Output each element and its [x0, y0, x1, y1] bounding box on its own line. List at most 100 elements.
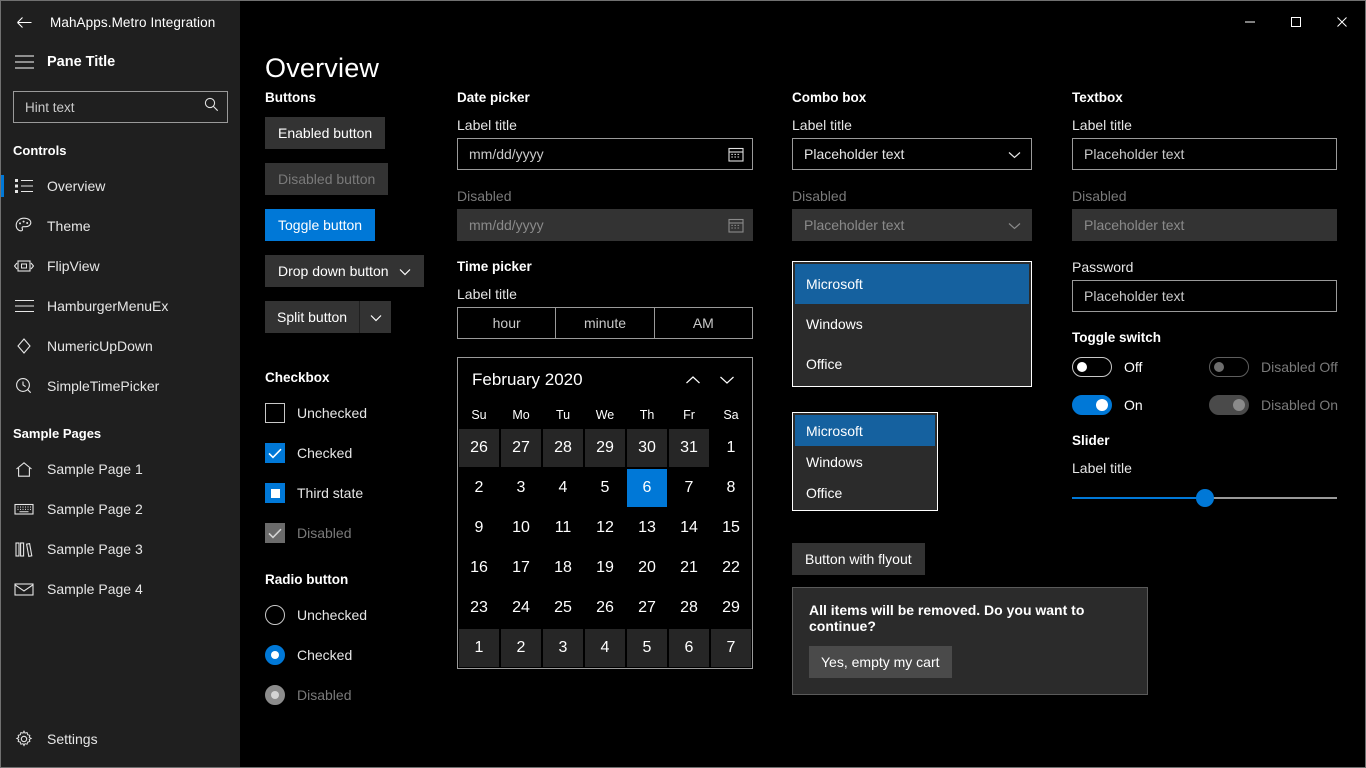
sidebar-item-sample-page-2[interactable]: Sample Page 2	[1, 489, 240, 529]
sidebar-item-theme[interactable]: Theme	[1, 206, 240, 246]
calendar-day[interactable]: 17	[500, 548, 542, 588]
calendar-day[interactable]: 9	[458, 508, 500, 548]
split-button-chevron[interactable]	[359, 301, 391, 333]
dropdown-button[interactable]: Drop down button	[265, 255, 424, 287]
sidebar-item-sample-page-3[interactable]: Sample Page 3	[1, 529, 240, 569]
sidebar-item-numericupdown[interactable]: NumericUpDown	[1, 326, 240, 366]
time-picker-hour[interactable]: hour	[458, 308, 555, 338]
sidebar-item-simpletimepicker[interactable]: SimpleTimePicker	[1, 366, 240, 406]
calendar-day[interactable]: 6	[668, 628, 710, 668]
toggle-switch[interactable]	[1072, 395, 1112, 415]
toggle-on[interactable]: On	[1072, 395, 1209, 415]
sidebar-item-sample-page-1[interactable]: Sample Page 1	[1, 449, 240, 489]
split-button[interactable]: Split button	[265, 301, 391, 333]
calendar-day[interactable]: 2	[458, 468, 500, 508]
checkbox-box[interactable]	[265, 403, 285, 423]
calendar-day[interactable]: 24	[500, 588, 542, 628]
calendar-day[interactable]: 4	[584, 628, 626, 668]
calendar-day[interactable]: 14	[668, 508, 710, 548]
calendar-day[interactable]: 30	[626, 428, 668, 468]
calendar-day[interactable]: 13	[626, 508, 668, 548]
sidebar-item-overview[interactable]: Overview	[1, 166, 240, 206]
calendar-day[interactable]: 12	[584, 508, 626, 548]
list-box-2[interactable]: Microsoft Windows Office	[792, 412, 938, 511]
search-icon[interactable]	[204, 97, 219, 117]
maximize-button[interactable]	[1273, 1, 1319, 43]
slider-thumb[interactable]	[1196, 489, 1214, 507]
checkbox-box[interactable]	[265, 443, 285, 463]
list-item[interactable]: Microsoft	[795, 415, 935, 446]
checkbox-third-state[interactable]: Third state	[265, 477, 457, 509]
calendar-day[interactable]: 28	[668, 588, 710, 628]
chevron-up-icon[interactable]	[676, 363, 710, 397]
sidebar-item-settings[interactable]: Settings	[1, 719, 240, 759]
list-item[interactable]: Office	[795, 477, 935, 508]
calendar-month-label[interactable]: February 2020	[472, 370, 676, 390]
enabled-button[interactable]: Enabled button	[265, 117, 385, 149]
split-button-main[interactable]: Split button	[265, 301, 359, 333]
close-button[interactable]	[1319, 1, 1365, 43]
calendar-day[interactable]: 7	[710, 628, 752, 668]
calendar-day[interactable]: 31	[668, 428, 710, 468]
calendar-day[interactable]: 27	[626, 588, 668, 628]
search-box[interactable]	[13, 91, 228, 123]
time-picker-minute[interactable]: minute	[555, 308, 653, 338]
chevron-down-icon[interactable]	[710, 363, 744, 397]
radio-circle[interactable]	[265, 605, 285, 625]
calendar-day[interactable]: 3	[542, 628, 584, 668]
list-item[interactable]: Office	[795, 344, 1029, 384]
calendar-day[interactable]: 29	[710, 588, 752, 628]
date-picker-input[interactable]: mm/dd/yyyy	[457, 138, 753, 170]
calendar-day[interactable]: 4	[542, 468, 584, 508]
calendar-day[interactable]: 22	[710, 548, 752, 588]
calendar-day[interactable]: 11	[542, 508, 584, 548]
calendar-day[interactable]: 26	[584, 588, 626, 628]
toggle-off[interactable]: Off	[1072, 357, 1209, 377]
list-item[interactable]: Windows	[795, 446, 935, 477]
combo-box[interactable]: Placeholder text	[792, 138, 1032, 170]
calendar-day[interactable]: 10	[500, 508, 542, 548]
calendar-day[interactable]: 29	[584, 428, 626, 468]
calendar-day[interactable]: 16	[458, 548, 500, 588]
flyout-button[interactable]: Button with flyout	[792, 543, 925, 575]
calendar-day[interactable]: 19	[584, 548, 626, 588]
flyout-confirm-button[interactable]: Yes, empty my cart	[809, 646, 952, 678]
calendar-icon[interactable]	[728, 146, 744, 162]
toggle-button[interactable]: Toggle button	[265, 209, 375, 241]
calendar-day[interactable]: 8	[710, 468, 752, 508]
checkbox-unchecked[interactable]: Unchecked	[265, 397, 457, 429]
calendar-day[interactable]: 20	[626, 548, 668, 588]
title-bar-drag-area[interactable]	[240, 1, 1227, 43]
calendar-day[interactable]: 7	[668, 468, 710, 508]
list-item[interactable]: Microsoft	[795, 264, 1029, 304]
calendar-day[interactable]: 27	[500, 428, 542, 468]
back-arrow-icon[interactable]	[1, 1, 47, 43]
radio-checked[interactable]: Checked	[265, 639, 457, 671]
calendar-day[interactable]: 28	[542, 428, 584, 468]
list-item[interactable]: Windows	[795, 304, 1029, 344]
calendar-day[interactable]: 3	[500, 468, 542, 508]
calendar-day[interactable]: 23	[458, 588, 500, 628]
radio-unchecked[interactable]: Unchecked	[265, 599, 457, 631]
calendar-day[interactable]: 6	[626, 468, 668, 508]
calendar-day[interactable]: 18	[542, 548, 584, 588]
toggle-switch[interactable]	[1072, 357, 1112, 377]
sidebar-item-hamburgermenuex[interactable]: HamburgerMenuEx	[1, 286, 240, 326]
sidebar-item-flipview[interactable]: FlipView	[1, 246, 240, 286]
calendar-day[interactable]: 5	[626, 628, 668, 668]
list-box-1[interactable]: Microsoft Windows Office	[792, 261, 1032, 387]
calendar-day[interactable]: 21	[668, 548, 710, 588]
minimize-button[interactable]	[1227, 1, 1273, 43]
calendar-day[interactable]: 5	[584, 468, 626, 508]
calendar-day[interactable]: 2	[500, 628, 542, 668]
calendar-day[interactable]: 26	[458, 428, 500, 468]
calendar-day[interactable]: 15	[710, 508, 752, 548]
time-picker-meridiem[interactable]: AM	[654, 308, 752, 338]
textbox-input[interactable]: Placeholder text	[1072, 138, 1337, 170]
calendar-day[interactable]: 25	[542, 588, 584, 628]
calendar-day[interactable]: 1	[458, 628, 500, 668]
time-picker[interactable]: hour minute AM	[457, 307, 753, 339]
sidebar-item-sample-page-4[interactable]: Sample Page 4	[1, 569, 240, 609]
radio-circle[interactable]	[265, 645, 285, 665]
password-input[interactable]: Placeholder text	[1072, 280, 1337, 312]
